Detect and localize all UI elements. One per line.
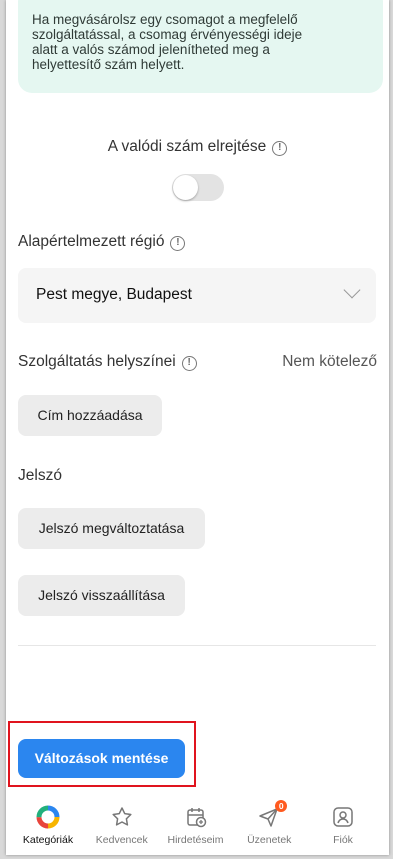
reset-password-button[interactable]: Jelszó visszaállítása — [18, 575, 185, 616]
categories-icon — [14, 805, 82, 829]
password-label: Jelszó — [18, 467, 62, 484]
region-label-row: Alapértelmezett régió! — [18, 233, 186, 251]
change-password-button[interactable]: Jelszó megváltoztatása — [18, 508, 205, 549]
tab-my-ads[interactable]: Hirdetéseim — [162, 799, 230, 855]
tab-messages[interactable]: 0 Üzenetek — [235, 799, 303, 855]
screen: Ha megvásárolsz egy csomagot a megfelelő… — [6, 0, 389, 855]
region-value: Pest megye, Budapest — [36, 286, 192, 303]
save-changes-button[interactable]: Változások mentése — [18, 739, 185, 778]
region-select[interactable]: Pest megye, Budapest — [18, 268, 376, 323]
service-label: Szolgáltatás helyszínei — [18, 353, 176, 370]
divider — [18, 645, 376, 646]
info-icon[interactable]: ! — [181, 356, 197, 371]
info-line: alatt a valós számod jelenítheted meg a — [32, 42, 270, 57]
calendar-add-icon — [162, 805, 230, 829]
toggle-knob — [173, 175, 198, 200]
info-line: helyettesítő szám helyett. — [32, 57, 185, 72]
hide-number-label: A valódi szám elrejtése — [107, 138, 267, 155]
tab-categories[interactable]: Kategóriák — [14, 799, 82, 855]
optional-label: Nem kötelező — [282, 353, 377, 370]
tab-label: Kedvencek — [95, 834, 148, 846]
hide-number-row: A valódi szám elrejtése! — [6, 138, 389, 156]
chevron-down-icon — [343, 281, 361, 299]
tab-account[interactable]: Fiók — [309, 799, 377, 855]
service-label-row: Szolgáltatás helyszínei! — [18, 353, 197, 371]
tab-favorites[interactable]: Kedvencek — [88, 799, 156, 855]
info-box: Ha megvásárolsz egy csomagot a megfelelő… — [18, 0, 383, 93]
tab-label: Üzenetek — [247, 834, 292, 846]
info-line: szolgáltatással, a csomag érvényességi i… — [32, 27, 303, 42]
tab-label: Fiók — [333, 834, 353, 846]
info-icon[interactable]: ! — [170, 236, 186, 251]
region-label: Alapértelmezett régió — [18, 233, 165, 250]
paper-plane-icon — [235, 805, 303, 829]
info-line: Ha megvásárolsz egy csomagot a megfelelő — [32, 12, 298, 27]
hide-number-toggle[interactable] — [172, 174, 224, 201]
tab-label: Hirdetéseim — [167, 834, 224, 846]
account-icon — [309, 805, 377, 829]
info-icon[interactable]: ! — [272, 141, 288, 156]
star-icon — [88, 805, 156, 829]
bottom-tab-bar: Kategóriák Kedvencek Hirdetéseim 0 Üzene… — [6, 799, 389, 855]
add-address-button[interactable]: Cím hozzáadása — [18, 395, 162, 436]
tab-label: Kategóriák — [22, 834, 74, 846]
